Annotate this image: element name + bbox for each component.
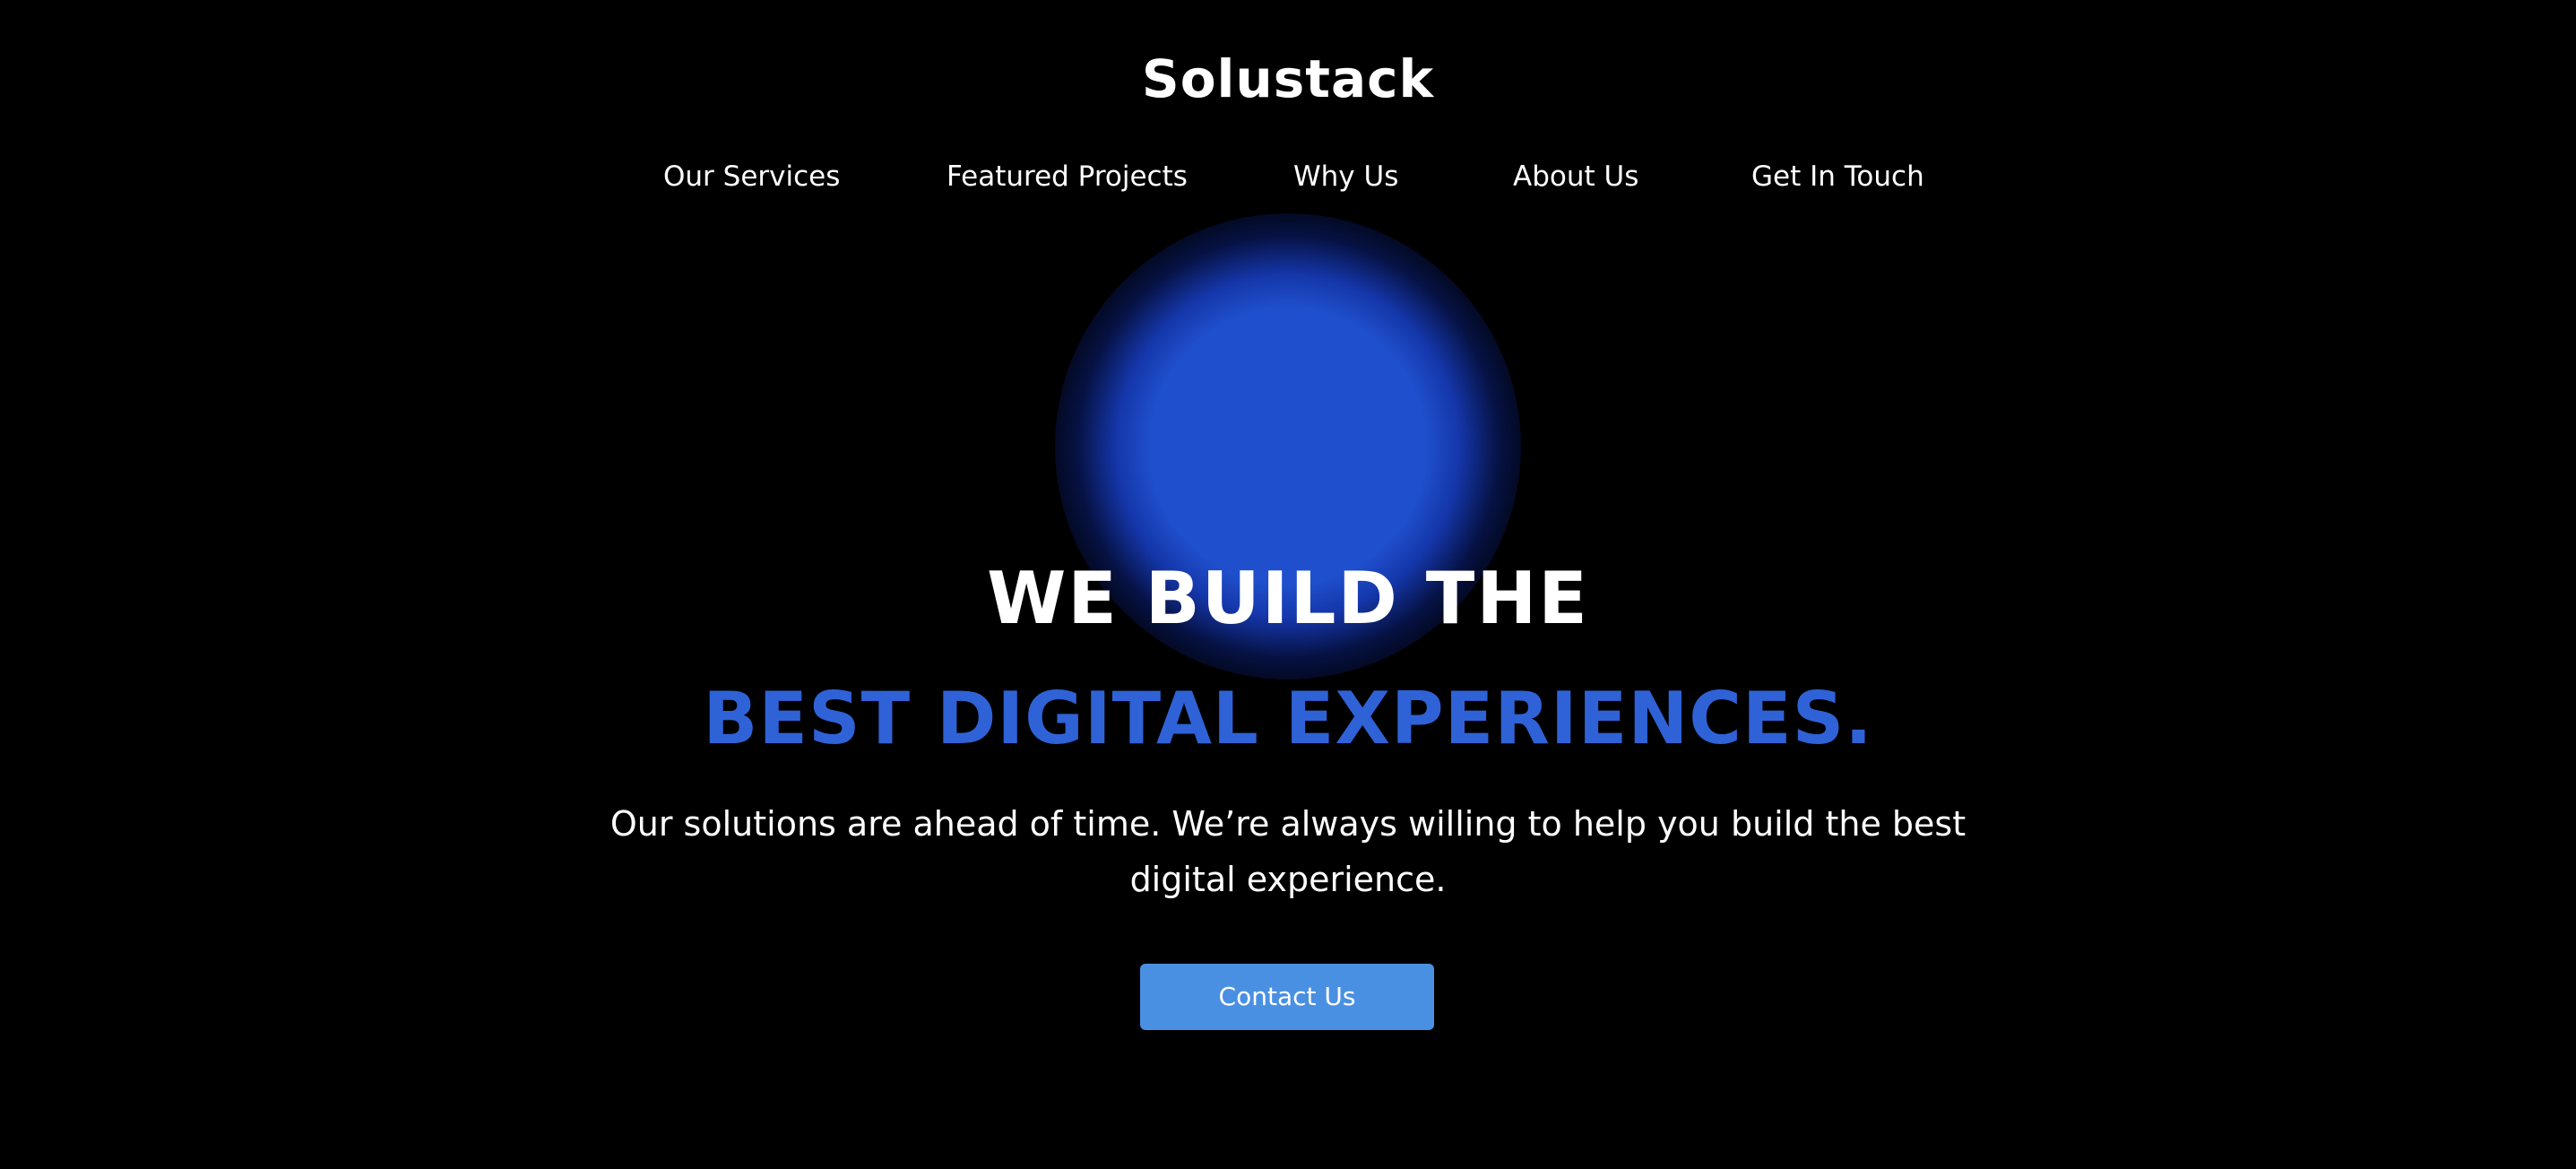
landing-page: Solustack Our Services Featured Projects… (0, 0, 2576, 1169)
hero-title-line-1: WE BUILD THE (987, 557, 1589, 640)
nav-link-get-in-touch[interactable]: Get In Touch (1751, 154, 1924, 199)
nav-link-why-us[interactable]: Why Us (1293, 154, 1398, 199)
hero-subtitle: Our solutions are ahead of time. We’re a… (609, 804, 1967, 899)
contact-us-button[interactable]: Contact Us (1140, 964, 1434, 1030)
hero-title-line-2: BEST DIGITAL EXPERIENCES. (703, 677, 1873, 760)
nav-link-our-services[interactable]: Our Services (663, 154, 840, 199)
nav-link-featured-projects[interactable]: Featured Projects (947, 154, 1188, 199)
site-logo[interactable]: Solustack (0, 47, 2576, 111)
main-nav: Our Services Featured Projects Why Us Ab… (0, 154, 2576, 199)
nav-link-about-us[interactable]: About Us (1513, 154, 1638, 199)
